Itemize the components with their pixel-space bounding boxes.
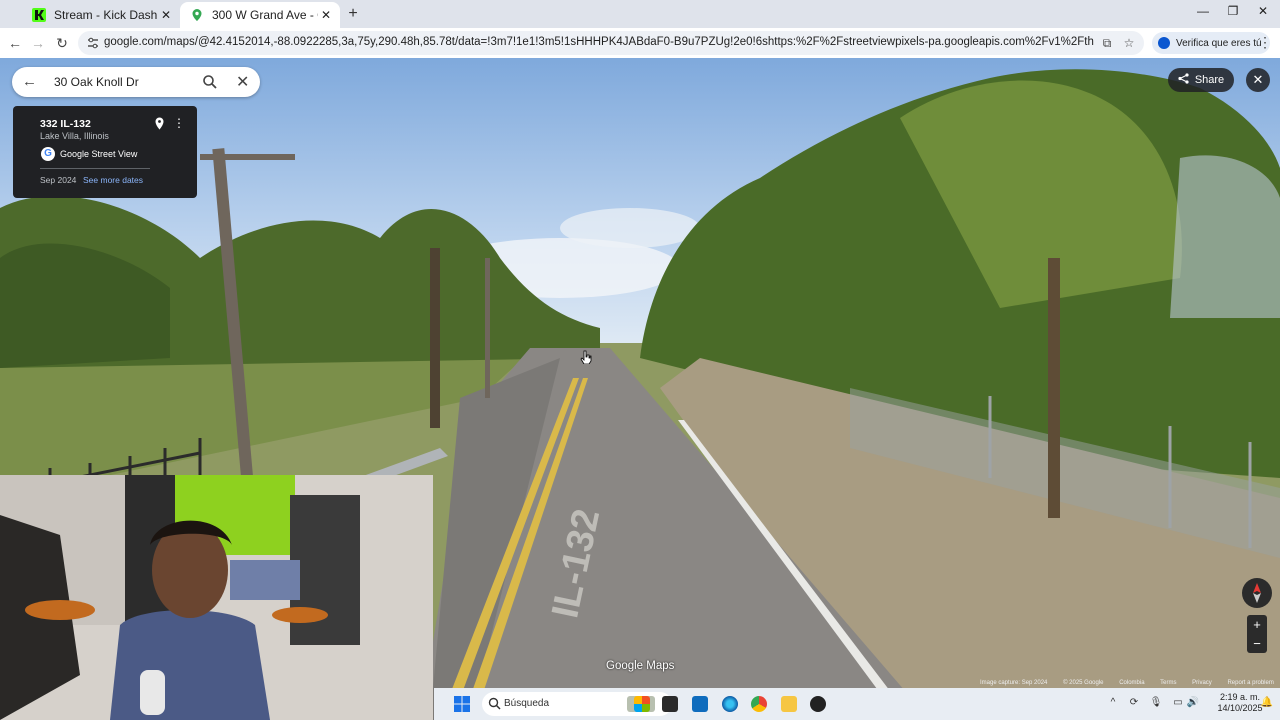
search-box[interactable]: ← 30 Oak Knoll Dr ✕ bbox=[12, 67, 260, 97]
back-arrow-icon[interactable]: ← bbox=[6, 34, 24, 52]
notifications-icon[interactable]: 🔔 bbox=[1260, 697, 1274, 708]
new-tab-button[interactable]: + bbox=[344, 5, 362, 23]
minimize-icon[interactable]: — bbox=[1188, 4, 1218, 18]
restore-icon[interactable]: ❐ bbox=[1218, 4, 1248, 18]
divider bbox=[40, 168, 150, 169]
share-label: Share bbox=[1194, 74, 1225, 86]
webcam-overlay bbox=[0, 475, 433, 720]
install-app-icon[interactable]: ⧉ bbox=[1100, 36, 1114, 50]
forward-arrow-icon[interactable]: → bbox=[29, 34, 47, 52]
location-subtitle: Lake Villa, Illinois bbox=[40, 131, 109, 141]
reload-icon[interactable]: ↻ bbox=[53, 34, 71, 52]
more-options-icon[interactable]: ⋮ bbox=[173, 116, 185, 130]
store-icon[interactable] bbox=[692, 696, 708, 712]
location-info-card: 332 IL-132 Lake Villa, Illinois ⋮ G Goog… bbox=[13, 106, 197, 198]
tab-title: 300 W Grand Ave - Google Ma bbox=[212, 8, 318, 22]
windows-taskbar: Búsqueda ^ ⟳ 🎙 ▭ 🔊 2:19 a. m. 14/10/2025… bbox=[434, 688, 1280, 720]
close-tab-icon[interactable]: ✕ bbox=[158, 7, 174, 23]
attribution-capture: Image capture: Sep 2024 bbox=[980, 680, 1048, 686]
network-icon[interactable]: ▭ bbox=[1171, 697, 1185, 708]
attribution-bar: Image capture: Sep 2024 © 2025 Google Co… bbox=[980, 680, 1280, 686]
search-icon bbox=[488, 697, 502, 711]
address-bar[interactable]: google.com/maps/@42.4152014,-88.0922285,… bbox=[78, 31, 1144, 55]
see-more-dates-link[interactable]: See more dates bbox=[83, 175, 143, 185]
url-text[interactable]: google.com/maps/@42.4152014,-88.0922285,… bbox=[104, 36, 1094, 48]
zoom-control: + − bbox=[1247, 615, 1267, 653]
location-pin-icon[interactable] bbox=[154, 117, 165, 133]
verify-chip[interactable]: Verifica que eres tú bbox=[1152, 32, 1270, 54]
google-logo-icon: G bbox=[41, 147, 55, 161]
tab-title: Stream - Kick Dashboard bbox=[54, 8, 158, 22]
site-settings-icon[interactable] bbox=[86, 36, 100, 50]
windows-start-icon[interactable] bbox=[454, 696, 470, 712]
microphone-icon[interactable]: 🎙 bbox=[1149, 697, 1163, 708]
volume-icon[interactable]: 🔊 bbox=[1186, 697, 1200, 708]
attribution-region[interactable]: Colombia bbox=[1119, 680, 1144, 686]
obs-icon[interactable] bbox=[810, 696, 826, 712]
hand-cursor-icon bbox=[580, 350, 592, 365]
task-view-icon[interactable] bbox=[662, 696, 678, 712]
close-tab-icon[interactable]: ✕ bbox=[318, 7, 334, 23]
close-street-view-icon[interactable]: ✕ bbox=[1246, 68, 1270, 92]
share-button[interactable]: Share bbox=[1168, 68, 1234, 92]
share-icon bbox=[1178, 73, 1189, 87]
capture-date: Sep 2024 bbox=[40, 175, 77, 185]
webcam-image bbox=[0, 475, 433, 720]
tab-strip: Stream - Kick Dashboard ✕ 300 W Grand Av… bbox=[0, 0, 1280, 28]
show-hidden-icons[interactable]: ^ bbox=[1106, 697, 1120, 708]
sync-icon[interactable]: ⟳ bbox=[1127, 697, 1141, 708]
tab-kick-dashboard[interactable]: Stream - Kick Dashboard ✕ bbox=[22, 2, 180, 28]
browser-toolbar: ← → ↻ google.com/maps/@42.4152014,-88.09… bbox=[0, 28, 1280, 58]
tab-google-maps[interactable]: 300 W Grand Ave - Google Ma ✕ bbox=[180, 2, 340, 28]
search-icon[interactable] bbox=[202, 74, 218, 90]
zoom-in-button[interactable]: + bbox=[1247, 615, 1267, 634]
compass-icon[interactable] bbox=[1242, 578, 1272, 608]
search-input[interactable]: 30 Oak Knoll Dr bbox=[54, 75, 139, 89]
attribution-privacy[interactable]: Privacy bbox=[1192, 680, 1212, 686]
maps-pin-icon bbox=[190, 8, 204, 22]
verify-label: Verifica que eres tú bbox=[1176, 37, 1262, 49]
copilot-icon[interactable] bbox=[634, 696, 650, 712]
bookmark-star-icon[interactable]: ☆ bbox=[1122, 36, 1136, 50]
edge-icon[interactable] bbox=[722, 696, 738, 712]
location-title: 332 IL-132 bbox=[40, 118, 91, 130]
attribution-terms[interactable]: Terms bbox=[1160, 680, 1176, 686]
chrome-icon[interactable] bbox=[751, 696, 767, 712]
attribution-copyright: © 2025 Google bbox=[1063, 680, 1104, 686]
kick-icon bbox=[32, 8, 46, 22]
taskbar-search-label: Búsqueda bbox=[504, 698, 550, 709]
close-window-icon[interactable]: ✕ bbox=[1248, 4, 1278, 18]
provider-label: Google Street View bbox=[60, 149, 138, 159]
zoom-out-button[interactable]: − bbox=[1247, 634, 1267, 653]
profile-icon bbox=[1158, 37, 1170, 49]
menu-icon[interactable]: ⋮ bbox=[1258, 34, 1272, 51]
google-maps-watermark: Google Maps bbox=[606, 660, 675, 672]
attribution-report[interactable]: Report a problem bbox=[1227, 680, 1273, 686]
file-explorer-icon[interactable] bbox=[781, 696, 797, 712]
clear-search-icon[interactable]: ✕ bbox=[236, 72, 249, 92]
back-arrow-icon[interactable]: ← bbox=[22, 73, 37, 90]
